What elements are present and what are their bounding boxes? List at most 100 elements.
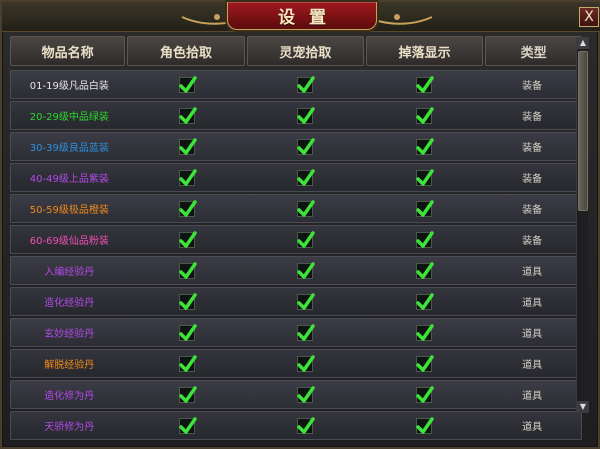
drop-display-checkbox[interactable] <box>416 168 434 186</box>
settings-window: 设置 X 物品名称 角色拾取 灵宠拾取 掉落显示 类型 01-19级凡品白装 装备… <box>0 0 600 449</box>
pet-pickup-checkbox-cell <box>246 288 365 315</box>
arrow-up-icon[interactable]: ▲ <box>577 37 589 49</box>
checkmark-icon <box>179 416 197 434</box>
pet-pickup-checkbox[interactable] <box>297 137 316 155</box>
role-pickup-checkbox-cell <box>128 133 247 160</box>
drop-display-checkbox[interactable] <box>416 354 434 372</box>
checkmark-icon <box>416 354 434 372</box>
role-pickup-checkbox-cell <box>128 71 247 98</box>
role-pickup-checkbox[interactable] <box>178 292 197 310</box>
role-pickup-checkbox-cell <box>128 288 247 315</box>
checkmark-icon <box>297 385 316 403</box>
pet-pickup-checkbox-cell <box>246 319 365 346</box>
item-name: 造化修为丹 <box>44 391 95 402</box>
table-row: 60-69级仙品粉装 装备 <box>10 225 582 254</box>
checkmark-icon <box>416 261 434 279</box>
checkmark-icon <box>297 106 316 124</box>
checkmark-icon <box>416 323 434 341</box>
drop-display-checkbox[interactable] <box>416 199 434 217</box>
arrow-down-icon[interactable]: ▼ <box>577 401 589 413</box>
drop-display-checkbox-cell <box>365 133 484 160</box>
drop-display-checkbox[interactable] <box>416 385 434 403</box>
checkmark-icon <box>297 168 316 186</box>
checkmark-icon <box>179 75 197 93</box>
checkmark-icon <box>179 230 197 248</box>
role-pickup-checkbox-cell <box>128 350 247 377</box>
role-pickup-checkbox[interactable] <box>178 416 197 434</box>
item-type: 装备 <box>522 205 543 216</box>
table-row: 玄妙经验丹 道具 <box>10 318 582 347</box>
role-pickup-checkbox-cell <box>128 195 247 222</box>
role-pickup-checkbox-cell <box>128 102 247 129</box>
window-title: 设置 <box>278 8 340 28</box>
drop-display-checkbox[interactable] <box>416 230 434 248</box>
item-type: 道具 <box>522 329 543 340</box>
checkmark-icon <box>416 75 434 93</box>
drop-display-checkbox[interactable] <box>416 106 434 124</box>
role-pickup-checkbox[interactable] <box>178 168 197 186</box>
drop-display-checkbox[interactable] <box>416 323 434 341</box>
drop-display-checkbox[interactable] <box>416 416 434 434</box>
pet-pickup-checkbox[interactable] <box>297 385 316 403</box>
item-name: 玄妙经验丹 <box>44 329 95 340</box>
scrollbar[interactable]: ▲ ▼ <box>576 37 589 413</box>
checkmark-icon <box>179 106 197 124</box>
item-name: 50-59级极品橙装 <box>29 205 109 216</box>
item-name: 造化经验丹 <box>44 298 95 309</box>
drop-display-checkbox-cell <box>365 226 484 253</box>
role-pickup-checkbox[interactable] <box>178 199 197 217</box>
role-pickup-checkbox[interactable] <box>178 261 197 279</box>
pet-pickup-checkbox-cell <box>246 133 365 160</box>
role-pickup-checkbox-cell <box>128 257 247 284</box>
pet-pickup-checkbox[interactable] <box>297 199 316 217</box>
pet-pickup-checkbox[interactable] <box>297 106 316 124</box>
pet-pickup-checkbox[interactable] <box>297 354 316 372</box>
table-body: 01-19级凡品白装 装备 20-29级中品绿装 装备 30-39级良品蓝装 装备 40-4… <box>10 70 582 442</box>
role-pickup-checkbox-cell <box>128 381 247 408</box>
settings-table: 物品名称 角色拾取 灵宠拾取 掉落显示 类型 01-19级凡品白装 装备 20-29… <box>10 36 594 447</box>
checkmark-icon <box>416 385 434 403</box>
pet-pickup-checkbox[interactable] <box>297 168 316 186</box>
role-pickup-checkbox[interactable] <box>178 230 197 248</box>
role-pickup-checkbox[interactable] <box>178 385 197 403</box>
checkmark-icon <box>416 199 434 217</box>
table-row: 解脱经验丹 道具 <box>10 349 582 378</box>
pet-pickup-checkbox[interactable] <box>297 416 316 434</box>
pet-pickup-checkbox[interactable] <box>297 323 316 341</box>
role-pickup-checkbox-cell <box>128 319 247 346</box>
drop-display-checkbox[interactable] <box>416 261 434 279</box>
role-pickup-checkbox[interactable] <box>178 75 197 93</box>
table-row: 造化经验丹 道具 <box>10 287 582 316</box>
pet-pickup-checkbox[interactable] <box>297 75 316 93</box>
checkmark-icon <box>416 106 434 124</box>
close-button[interactable]: X <box>579 7 599 27</box>
drop-display-checkbox[interactable] <box>416 292 434 310</box>
item-type: 道具 <box>522 360 543 371</box>
role-pickup-checkbox-cell <box>128 164 247 191</box>
drop-display-checkbox[interactable] <box>416 75 434 93</box>
pet-pickup-checkbox-cell <box>246 102 365 129</box>
checkmark-icon <box>179 199 197 217</box>
pet-pickup-checkbox[interactable] <box>297 261 316 279</box>
drop-display-checkbox[interactable] <box>416 137 434 155</box>
checkmark-icon <box>297 354 316 372</box>
checkmark-icon <box>297 292 316 310</box>
checkmark-icon <box>416 168 434 186</box>
scrollbar-thumb[interactable] <box>578 51 588 211</box>
role-pickup-checkbox-cell <box>128 412 247 439</box>
pet-pickup-checkbox[interactable] <box>297 292 316 310</box>
checkmark-icon <box>297 199 316 217</box>
role-pickup-checkbox[interactable] <box>178 323 197 341</box>
drop-display-checkbox-cell <box>365 102 484 129</box>
role-pickup-checkbox[interactable] <box>178 137 197 155</box>
pet-pickup-checkbox[interactable] <box>297 230 316 248</box>
item-name: 入编经验丹 <box>44 267 95 278</box>
role-pickup-checkbox[interactable] <box>178 106 197 124</box>
table-row: 20-29级中品绿装 装备 <box>10 101 582 130</box>
role-pickup-checkbox[interactable] <box>178 354 197 372</box>
pet-pickup-checkbox-cell <box>246 195 365 222</box>
checkmark-icon <box>416 230 434 248</box>
checkmark-icon <box>416 292 434 310</box>
column-header-role-pickup: 角色拾取 <box>127 36 245 66</box>
table-row: 30-39级良品蓝装 装备 <box>10 132 582 161</box>
